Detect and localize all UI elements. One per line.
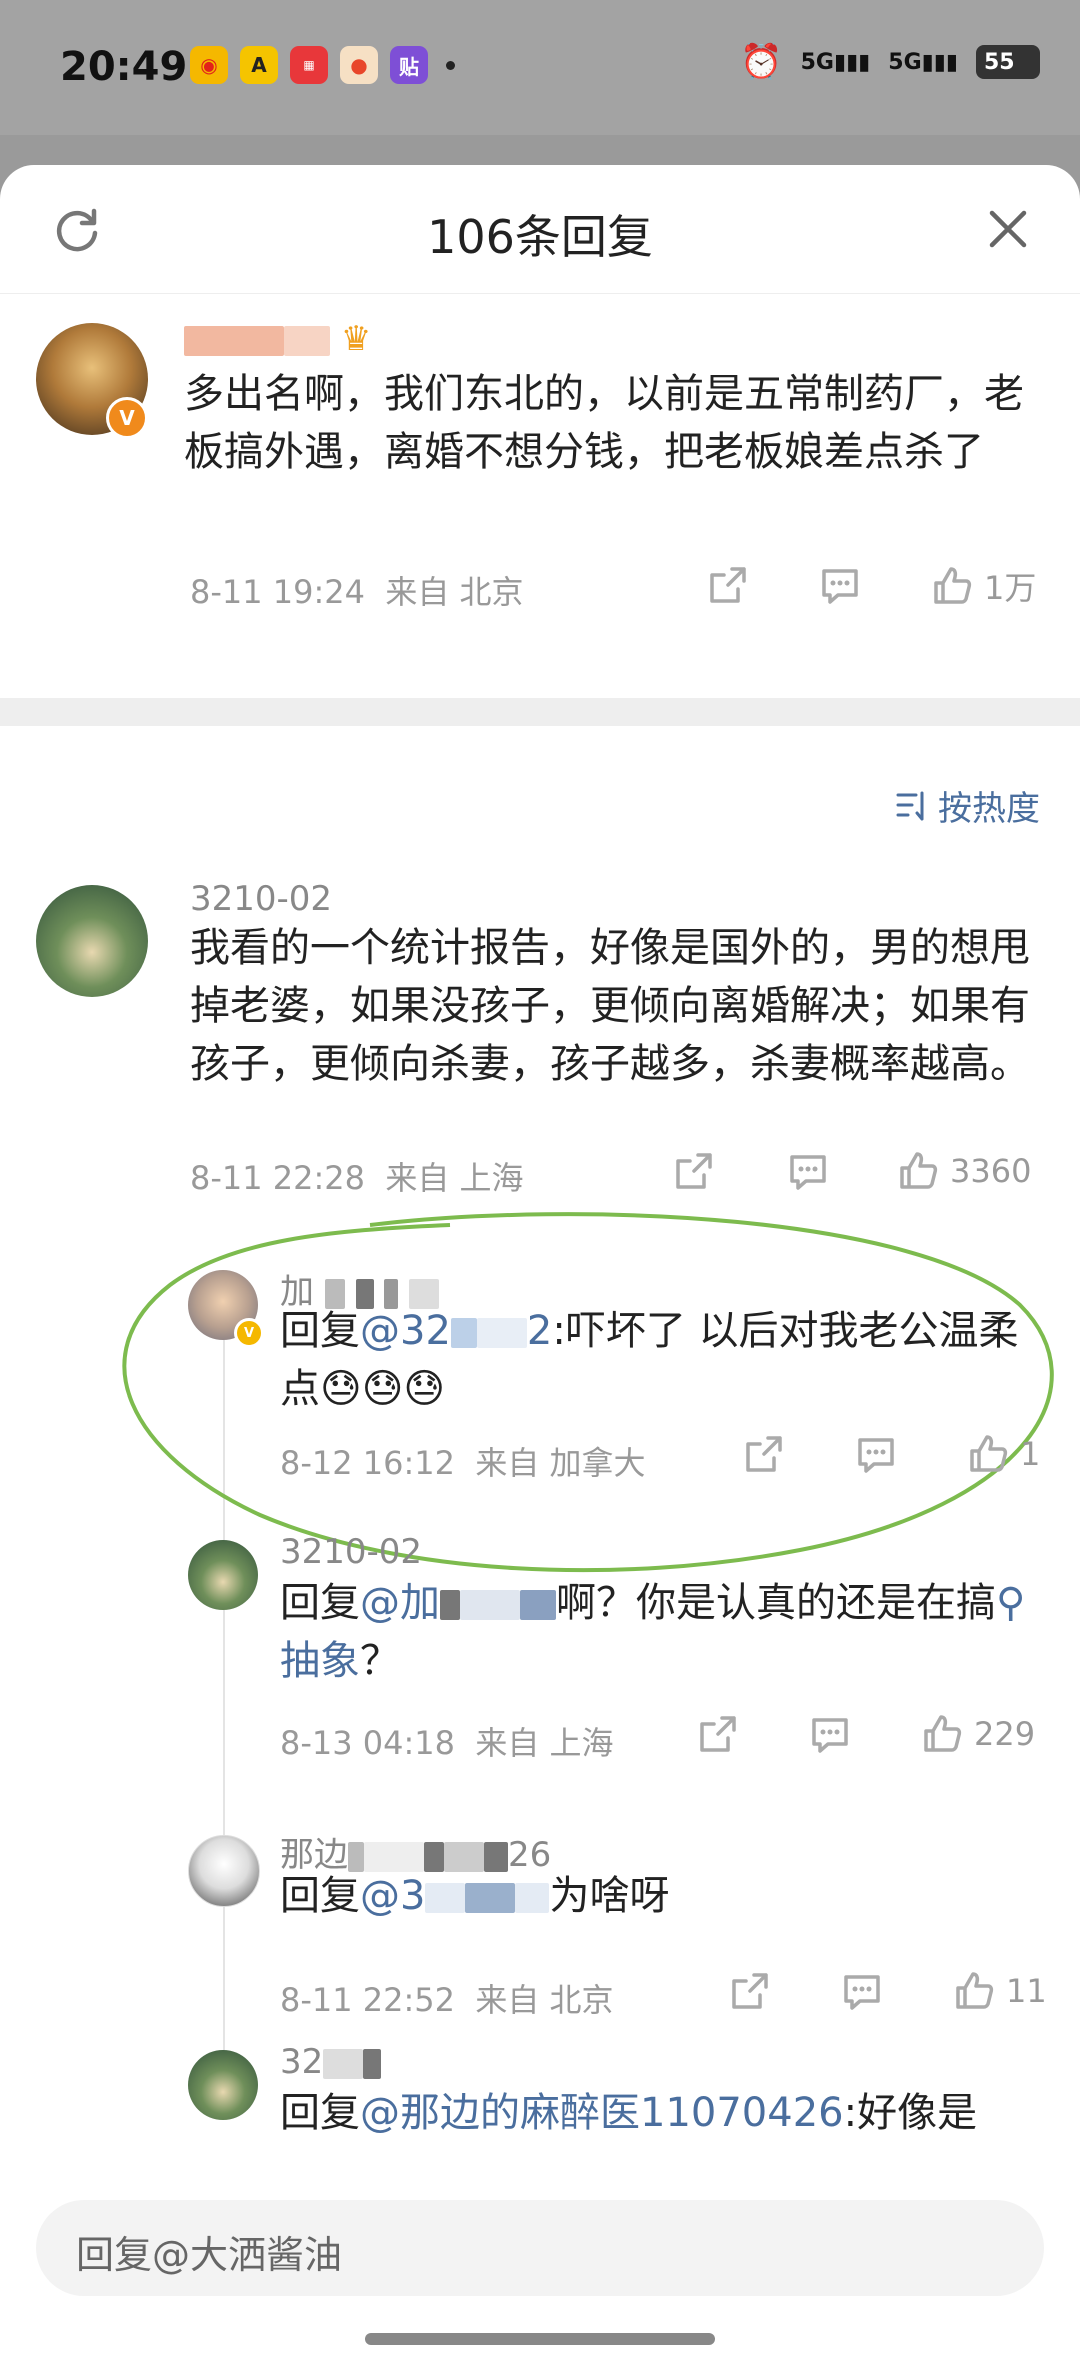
comment-icon [844,1975,880,2010]
comment-meta: 8-13 04:18 来自 上海 [280,1718,614,1764]
share-icon [732,1973,768,2009]
comment-icon [812,1718,848,1753]
mention-link[interactable]: @3 [360,1873,550,1919]
comment-icon [822,569,858,604]
thumbs-up-icon [924,1715,962,1752]
like-button[interactable]: 1 [966,1432,1040,1476]
mention-link[interactable]: @那边的麻醉医11070426 [360,2090,844,2136]
author-name[interactable]: 32 [280,2042,382,2082]
reply-input[interactable]: 回复@大洒酱油 [36,2200,1044,2296]
tieba-app-icon: 贴 [390,46,428,84]
signal-icon-2: 5G▮▮▮ [888,49,958,75]
comment-time: 8-11 19:24 [190,573,366,611]
close-icon[interactable] [986,207,1030,251]
battery-icon: 55 [976,45,1040,79]
comment-meta: 8-11 19:24 来自 北京 [190,567,524,613]
nested-reply-item: 3210-02 回复@加 啊？你是认真的还是在搞⚲抽象？ 8-13 04:18 来… [0,1532,1080,1790]
comment-location: 来自 上海 [475,1724,614,1762]
avatar[interactable] [188,1835,260,1907]
like-button[interactable]: 1万 [930,563,1036,609]
share-button[interactable] [706,563,750,607]
share-button[interactable] [742,1432,786,1476]
share-button[interactable] [696,1712,740,1756]
comment-text: 多出名啊，我们东北的，以前是五常制药厂，老板搞外遇，离婚不想分钱，把老板娘差点杀… [184,371,1024,475]
thumbs-up-icon [934,567,972,604]
nested-reply-item: 那边 26 回复@3 为啥呀 8-11 22:52 来自 北京 11 [0,1835,1080,2035]
author-name[interactable]: 3210-02 [280,1532,422,1572]
sort-button[interactable]: 按热度 [896,781,1040,830]
avatar[interactable] [36,885,148,997]
nested-reply-item: 32 回复@那边的麻醉医11070426:好像是 [0,2042,1080,2170]
comment-meta: 8-11 22:52 来自 北京 [280,1975,614,2021]
reply-button[interactable] [854,1432,898,1476]
reply-input-placeholder: 回复@大洒酱油 [76,2233,343,2277]
sheet-title: 106条回复 [427,210,653,264]
reply-item: 3210-02 我看的一个统计报告，好像是国外的，男的想甩掉老婆，如果没孩子，更… [0,879,1080,1225]
share-icon [746,1436,782,1472]
avatar[interactable] [188,1540,258,1610]
sort-label: 按热度 [938,789,1040,829]
main-comment: V ♛ 多出名啊，我们东北的，以前是五常制药厂，老板搞外遇，离婚不想分钱，把老板… [0,305,1080,695]
section-divider [0,698,1080,726]
avatar[interactable] [188,2050,258,2120]
status-indicators: ⏰ 5G▮▮▮ 5G▮▮▮ 55 [740,42,1040,82]
reply-button[interactable] [818,563,862,607]
status-bar: 20:49 ◉ A ▦ ● 贴 ⏰ 5G▮▮▮ 5G▮▮▮ 55 [0,0,1080,135]
sort-icon [896,791,924,820]
shopping-app-icon: ▦ [290,46,328,84]
comment-text: 回复@加 啊？你是认真的还是在搞⚲抽象？ [280,1580,1026,1684]
crown-icon: ♛ [340,319,372,359]
comment-time: 8-11 22:52 [280,1981,456,2019]
verified-badge-icon: V [234,1318,264,1348]
comment-text: 回复@那边的麻醉医11070426:好像是 [280,2090,978,2136]
like-count: 1万 [984,569,1037,607]
thumbs-up-icon [970,1435,1008,1472]
comment-time: 8-13 04:18 [280,1724,456,1762]
author-name[interactable]: 3210-02 [190,879,332,919]
comment-time: 8-12 16:12 [280,1444,456,1482]
alarm-icon: ⏰ [740,42,783,82]
like-count: 11 [1006,1972,1047,2010]
share-icon [710,567,746,603]
home-indicator[interactable] [365,2333,715,2345]
like-button[interactable]: 11 [952,1969,1047,2013]
share-button[interactable] [728,1969,772,2013]
mention-link[interactable]: @32 2 [360,1308,552,1354]
like-button[interactable]: 229 [920,1712,1035,1756]
thumbs-up-icon [956,1972,994,2009]
signal-icon-1: 5G▮▮▮ [800,49,871,75]
comment-text: 回复@3 为啥呀 [280,1873,670,1919]
author-name[interactable]: ♛ [184,319,371,359]
comment-text: 回复@32 2:吓坏了 以后对我老公温柔点😓😓😓 [280,1308,1019,1412]
comment-location: 来自 加拿大 [475,1444,646,1482]
notification-icons: ◉ A ▦ ● 贴 [190,46,455,84]
comment-location: 来自 北京 [475,1981,614,2019]
tomato-app-icon: ● [340,46,378,84]
more-notifications-icon [446,60,455,70]
nested-reply-item: V 加 回复@32 2:吓坏了 以后对我老公温柔点😓😓😓 8-12 16:12 来… [0,1270,1080,1510]
status-time: 20:49 [60,44,188,90]
reply-button[interactable] [840,1969,884,2013]
comment-text: 我看的一个统计报告，好像是国外的，男的想甩掉老婆，如果没孩子，更倾向离婚解决；如… [190,925,1030,1087]
comment-icon [858,1438,894,1473]
comment-meta: 8-12 16:12 来自 加拿大 [280,1438,646,1484]
like-count: 1 [1020,1435,1041,1473]
mention-link[interactable]: @加 [360,1580,556,1626]
like-count: 229 [974,1715,1036,1753]
comment-location: 来自 北京 [385,573,524,611]
replies-sheet: 106条回复 V ♛ 多出名啊，我们东北的，以前是五常制药厂，老板搞外遇，离婚不… [0,165,1080,2362]
sheet-header: 106条回复 [0,165,1080,294]
weibo-app-icon: ◉ [190,46,228,84]
share-icon [700,1716,736,1752]
amap-app-icon: A [240,46,278,84]
verified-badge-icon: V [106,397,148,439]
reply-button[interactable] [808,1712,852,1756]
search-icon: ⚲ [996,1580,1026,1626]
